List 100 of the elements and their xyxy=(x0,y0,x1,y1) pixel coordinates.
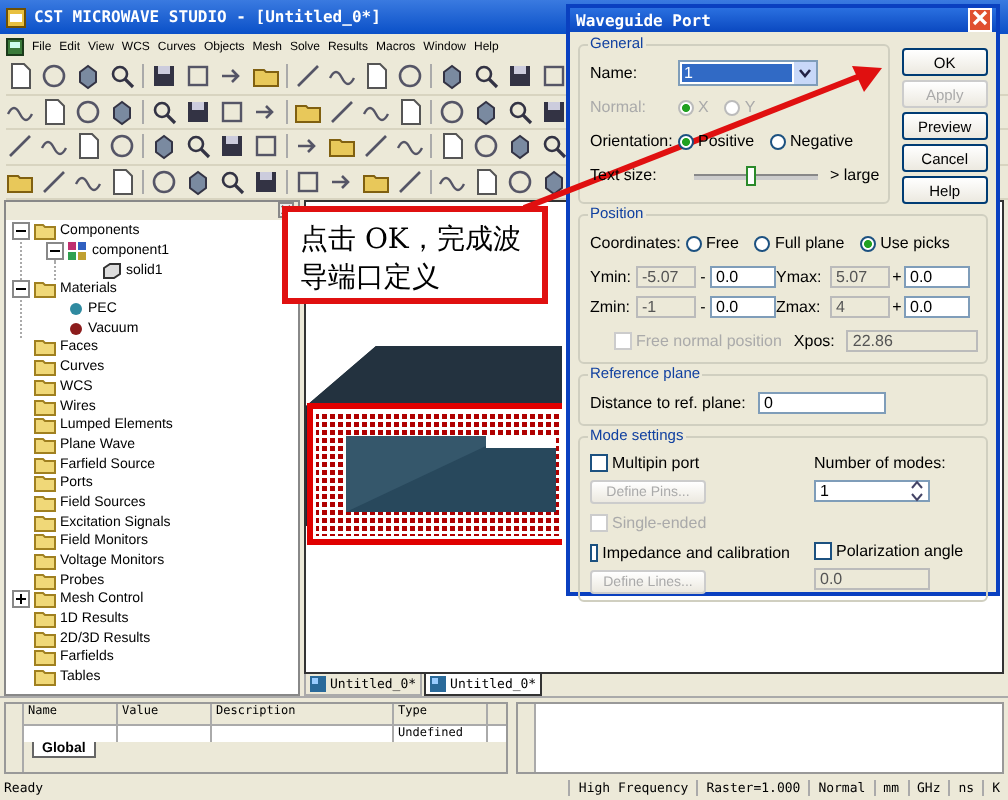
line-icon[interactable] xyxy=(6,132,34,161)
magnifier-icon[interactable] xyxy=(506,97,534,126)
folder-icon xyxy=(34,493,56,512)
radio-button[interactable] xyxy=(860,235,877,251)
line-icon[interactable] xyxy=(40,167,68,196)
square-icon[interactable] xyxy=(294,167,322,196)
radio-button[interactable] xyxy=(754,235,771,251)
magnifier-icon[interactable] xyxy=(150,97,178,126)
circle-icon[interactable] xyxy=(472,132,500,161)
folder-icon xyxy=(34,397,56,416)
square-icon[interactable] xyxy=(540,62,568,91)
collapse-icon[interactable] xyxy=(12,222,30,241)
folder-icon xyxy=(34,571,56,590)
radio-button[interactable] xyxy=(770,133,787,149)
text-size-slider[interactable] xyxy=(694,165,818,185)
cube-icon[interactable] xyxy=(74,62,102,91)
close-button[interactable] xyxy=(968,8,992,32)
circle-icon[interactable] xyxy=(74,97,102,126)
readonly-field[interactable]: -5.07 xyxy=(636,266,696,288)
slider-label: > large xyxy=(830,166,880,184)
expand-icon[interactable] xyxy=(12,590,30,609)
input-field[interactable]: 0 xyxy=(758,392,886,414)
radio-label: Use picks xyxy=(880,234,950,252)
line-icon[interactable] xyxy=(328,97,356,126)
page-icon[interactable] xyxy=(40,97,68,126)
page-icon[interactable] xyxy=(362,62,390,91)
folder-icon xyxy=(34,668,56,687)
circle-icon[interactable] xyxy=(40,62,68,91)
dialog-title: Waveguide Port xyxy=(576,11,711,29)
cube-icon[interactable] xyxy=(472,97,500,126)
folder-icon xyxy=(34,455,56,474)
checkbox[interactable] xyxy=(590,543,599,561)
folder-icon xyxy=(34,338,56,357)
square-icon[interactable] xyxy=(218,97,246,126)
spinner-arrows-icon xyxy=(910,480,924,502)
field-label: Ymax: xyxy=(776,268,824,286)
checkbox-label: Polarization angle xyxy=(836,541,964,559)
circle-icon[interactable] xyxy=(506,167,534,196)
magnifier-icon[interactable] xyxy=(540,132,568,161)
name-dropdown[interactable]: 1 xyxy=(678,60,818,86)
field-label: Number of modes: xyxy=(814,451,948,474)
line-icon[interactable] xyxy=(362,132,390,161)
cube-icon[interactable] xyxy=(108,97,136,126)
circle-icon[interactable] xyxy=(108,132,136,161)
page-icon[interactable] xyxy=(74,132,102,161)
checkbox-label: Multipin port xyxy=(612,453,700,471)
input-field[interactable]: 0.0 xyxy=(710,296,776,318)
radio-button[interactable] xyxy=(724,99,741,115)
annotation-text: 点击 OK，完成波导端口定义 xyxy=(300,224,521,294)
radio-button[interactable] xyxy=(678,99,694,115)
cube-icon[interactable] xyxy=(184,167,212,196)
circle-icon[interactable] xyxy=(150,167,178,196)
collapse-icon[interactable] xyxy=(12,280,30,299)
operator-sign: + xyxy=(890,268,904,286)
checkbox[interactable] xyxy=(814,541,832,559)
checkbox-label: Impedance and calibration xyxy=(602,543,790,561)
page-icon[interactable] xyxy=(6,62,34,91)
circle-icon[interactable] xyxy=(396,62,424,91)
field-label: Zmin: xyxy=(590,298,632,316)
folder-icon xyxy=(34,358,56,377)
document-icon xyxy=(430,676,447,692)
square-icon[interactable] xyxy=(252,132,280,161)
circle-icon[interactable] xyxy=(438,97,466,126)
cube-icon[interactable] xyxy=(506,132,534,161)
folder-icon xyxy=(34,513,56,532)
cube-icon[interactable] xyxy=(150,132,178,161)
slider-thumb[interactable] xyxy=(745,165,756,185)
radio-label: Free xyxy=(706,234,739,252)
checkbox[interactable] xyxy=(590,453,608,471)
cube-icon[interactable] xyxy=(438,62,466,91)
input-field[interactable]: 0.0 xyxy=(904,296,970,318)
page-icon[interactable] xyxy=(108,167,136,196)
field-label: Xpos: xyxy=(793,332,835,350)
page-icon[interactable] xyxy=(472,167,500,196)
folder-icon xyxy=(34,416,56,435)
readonly-field[interactable]: 4 xyxy=(830,296,890,318)
window-title: CST MICROWAVE STUDIO - [Untitled_0*] xyxy=(34,8,381,26)
square-icon[interactable] xyxy=(184,62,212,91)
document-icon[interactable] xyxy=(6,38,24,56)
page-icon[interactable] xyxy=(396,97,424,126)
input-field[interactable]: 0.0 xyxy=(710,266,776,288)
field-label: Coordinates: xyxy=(590,234,678,252)
folder-icon xyxy=(34,435,56,454)
radio-button[interactable] xyxy=(678,133,694,149)
readonly-field[interactable]: -1 xyxy=(636,296,696,318)
line-icon[interactable] xyxy=(294,62,322,91)
radio-label: Negative xyxy=(790,132,854,150)
number-spinner[interactable]: 1 xyxy=(814,480,930,502)
radio-button[interactable] xyxy=(686,235,702,251)
magnifier-icon[interactable] xyxy=(218,167,246,196)
input-field[interactable]: 0.0 xyxy=(904,266,970,288)
readonly-field[interactable]: 22.86 xyxy=(846,330,978,352)
radio-label: Y xyxy=(744,98,756,116)
line-icon[interactable] xyxy=(396,167,424,196)
readonly-field[interactable]: 5.07 xyxy=(830,266,890,288)
page-icon[interactable] xyxy=(438,132,466,161)
magnifier-icon[interactable] xyxy=(184,132,212,161)
magnifier-icon[interactable] xyxy=(472,62,500,91)
collapse-icon[interactable] xyxy=(46,242,64,261)
magnifier-icon[interactable] xyxy=(108,62,136,91)
